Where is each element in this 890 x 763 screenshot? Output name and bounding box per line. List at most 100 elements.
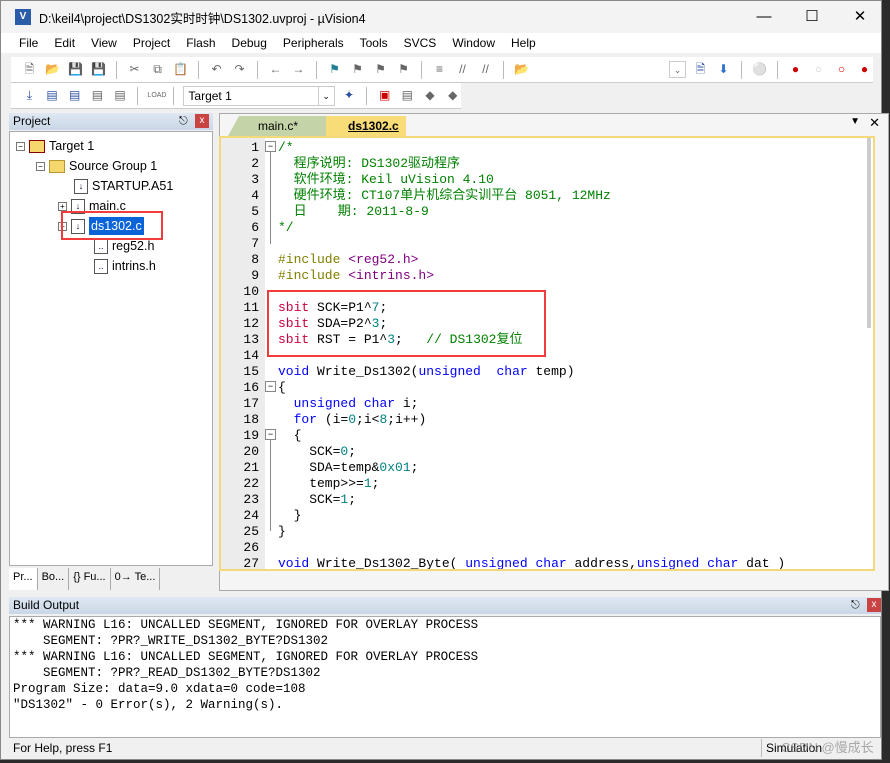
menu-view[interactable]: View: [83, 36, 125, 50]
menu-help[interactable]: Help: [503, 36, 544, 50]
build-output-line: *** WARNING L16: UNCALLED SEGMENT, IGNOR…: [13, 650, 479, 664]
code-token: Write_Ds1302_Byte(: [309, 556, 466, 571]
code-token: <reg52.h>: [348, 252, 419, 267]
line-number: 25: [243, 524, 259, 539]
fold-toggle-icon[interactable]: −: [265, 429, 276, 440]
close-panel-icon[interactable]: x: [195, 114, 209, 128]
incremental-find-icon[interactable]: ⬇: [715, 61, 732, 78]
tab-functions[interactable]: {} Fu...: [69, 568, 111, 590]
translate-icon[interactable]: ⤓: [21, 87, 38, 104]
build-output-header: Build Output ⎋ x: [9, 597, 881, 614]
fold-toggle-icon[interactable]: −: [265, 381, 276, 392]
menu-bar: File Edit View Project Flash Debug Peripherals…: [1, 33, 881, 53]
redo-icon[interactable]: ↷: [231, 61, 248, 78]
tab-project[interactable]: Pr...: [9, 568, 38, 590]
tree-item-intrins-h[interactable]: .. intrins.h: [94, 257, 156, 275]
kill-breakpoints-icon[interactable]: ●: [856, 61, 873, 78]
tab-main-c[interactable]: main.c*: [228, 116, 338, 136]
tab-list-dropdown-icon[interactable]: ▼: [850, 116, 860, 127]
fold-toggle-icon[interactable]: −: [265, 141, 276, 152]
uv4-app-icon: V: [15, 9, 31, 25]
tab-ds1302-c[interactable]: ds1302.c: [326, 116, 406, 136]
manage-components-icon[interactable]: ▣: [376, 87, 393, 104]
menu-svcs[interactable]: SVCS: [396, 36, 445, 50]
line-number: 6: [251, 220, 259, 235]
tree-item-startup[interactable]: ↓ STARTUP.A51: [74, 177, 173, 195]
tree-item-source-group[interactable]: − Source Group 1: [36, 157, 157, 175]
open-folder-icon[interactable]: 📂: [44, 61, 61, 78]
select-software-packs-icon[interactable]: ◆: [444, 87, 461, 104]
nav-back-icon[interactable]: ←: [267, 61, 284, 78]
manage-packs-icon[interactable]: ◆: [422, 87, 439, 104]
save-icon[interactable]: 💾: [67, 61, 84, 78]
menu-edit[interactable]: Edit: [46, 36, 83, 50]
find-in-files-icon[interactable]: 📂: [513, 61, 530, 78]
disable-all-breakpoints-icon[interactable]: ○: [833, 61, 850, 78]
save-all-icon[interactable]: 💾: [90, 61, 107, 78]
close-tab-icon[interactable]: ✕: [869, 115, 880, 131]
expand-icon[interactable]: +: [58, 201, 67, 211]
nav-forward-icon[interactable]: →: [290, 61, 307, 78]
rebuild-icon[interactable]: ▤: [66, 87, 83, 104]
copy-icon[interactable]: ⧉: [149, 61, 166, 78]
menu-flash[interactable]: Flash: [178, 36, 223, 50]
paste-icon[interactable]: 📋: [172, 61, 189, 78]
code-token: ;: [348, 492, 357, 507]
menu-file[interactable]: File: [11, 36, 46, 50]
file-extensions-icon[interactable]: ▤: [399, 87, 416, 104]
tab-templates[interactable]: 0→ Te...: [111, 568, 161, 590]
clear-bookmarks-icon[interactable]: ⚑: [395, 61, 412, 78]
uncomment-icon[interactable]: //: [477, 61, 494, 78]
target-select[interactable]: Target 1 ⌄: [183, 85, 335, 106]
code-token: 日 期: 2011-8-9: [278, 204, 429, 219]
target-options-icon[interactable]: ✦: [341, 87, 358, 104]
menu-window[interactable]: Window: [444, 36, 503, 50]
close-panel-icon[interactable]: x: [867, 598, 881, 612]
code-line: unsigned char i;: [278, 396, 419, 412]
code-token: (i=: [317, 412, 349, 427]
separator: [316, 60, 317, 79]
tree-item-target[interactable]: − Target 1: [16, 137, 94, 155]
batch-build-icon[interactable]: ▤: [89, 87, 106, 104]
collapse-icon[interactable]: −: [16, 141, 25, 151]
build-output-line: Program Size: data=9.0 xdata=0 code=108: [13, 682, 306, 696]
minimize-button[interactable]: —: [741, 1, 787, 33]
source-file-icon: ↓: [74, 178, 88, 194]
load-icon[interactable]: LOAD: [147, 87, 166, 104]
prev-bookmark-icon[interactable]: ⚑: [349, 61, 366, 78]
collapse-icon[interactable]: −: [36, 161, 45, 171]
new-file-icon[interactable]: 🗎: [21, 61, 38, 78]
indent-icon[interactable]: ≡: [431, 61, 448, 78]
line-number: 7: [251, 236, 259, 251]
project-panel-tabs: Pr... Bo... {} Fu... 0→ Te...: [9, 568, 213, 590]
tab-books[interactable]: Bo...: [38, 568, 70, 590]
menu-peripherals[interactable]: Peripherals: [275, 36, 352, 50]
bookmark-icon[interactable]: ⚑: [326, 61, 343, 78]
menu-project[interactable]: Project: [125, 36, 178, 50]
pin-icon[interactable]: ⎋: [851, 597, 860, 614]
stop-build-icon[interactable]: ▤: [112, 87, 129, 104]
comment-icon[interactable]: //: [454, 61, 471, 78]
menu-tools[interactable]: Tools: [352, 36, 396, 50]
close-button[interactable]: ✕: [837, 1, 883, 33]
next-bookmark-icon[interactable]: ⚑: [372, 61, 389, 78]
line-number: 4: [251, 188, 259, 203]
menu-debug[interactable]: Debug: [224, 36, 275, 50]
maximize-button[interactable]: ☐: [789, 1, 835, 33]
disable-breakpoint-icon[interactable]: ○: [810, 61, 827, 78]
cut-icon[interactable]: ✂: [126, 61, 143, 78]
build-toolbar: ⤓ ▤ ▤ ▤ ▤ LOAD Target 1 ⌄ ✦ ▣ ▤ ◆ ◆: [11, 83, 461, 109]
target-folder-icon: [29, 139, 45, 153]
line-number: 23: [243, 492, 259, 507]
undo-icon[interactable]: ↶: [208, 61, 225, 78]
breakpoint-icon[interactable]: ●: [787, 61, 804, 78]
find-icon[interactable]: 🗎: [692, 61, 709, 78]
pin-icon[interactable]: ⎋: [179, 113, 188, 130]
header-file-icon: ..: [94, 258, 108, 274]
tab-label: main.c*: [258, 119, 299, 133]
debug-session-icon[interactable]: ⚪: [751, 61, 768, 78]
build-icon[interactable]: ▤: [44, 87, 61, 104]
vertical-scrollbar[interactable]: [867, 138, 871, 328]
find-dropdown[interactable]: ⌄: [669, 61, 686, 78]
